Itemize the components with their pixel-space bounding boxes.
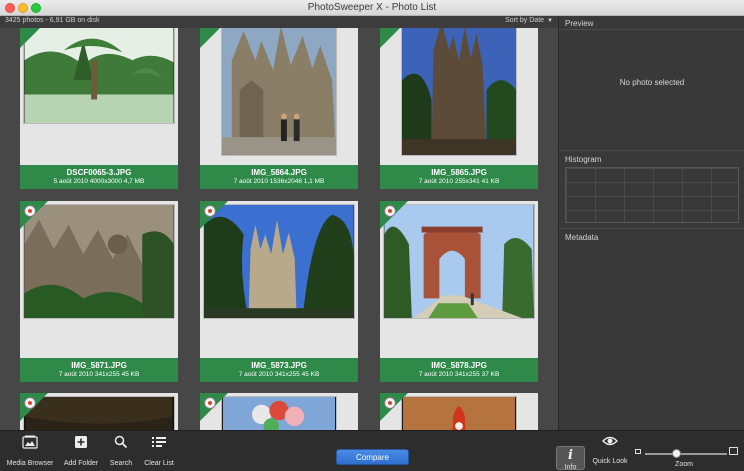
preview-title: Preview [565, 19, 594, 28]
photo-caption: IMG_5865.JPG 7 août 2010 255x341 41 KB [380, 165, 538, 189]
compare-button[interactable]: Compare [336, 449, 409, 465]
info-button[interactable]: i Info [556, 446, 585, 471]
photo-meta: 7 août 2010 341x255 45 KB [58, 371, 140, 378]
photo-count: 3425 photos - 6,91 GB on disk [5, 17, 100, 24]
photo-caption: IMG_5878.JPG 7 août 2010 341x255 37 KB [380, 358, 538, 382]
title-bar: PhotoSweeper X - Photo List [0, 0, 744, 16]
flag-marker [380, 28, 408, 48]
photo-grid[interactable]: DSCF0065-3.JPG 5 août 2010 4000x3000 4,7… [0, 28, 558, 430]
photo-filename: IMG_5878.JPG [431, 361, 487, 370]
photo-filename: IMG_5865.JPG [431, 168, 487, 177]
photo-caption: DSCF0065-3.JPG 5 août 2010 4000x3000 4,7… [20, 165, 178, 189]
bottom-toolbar: Media Browser Add Folder Search Clear Li… [0, 430, 744, 471]
inspector-sidebar: Preview No photo selected Histogram Meta… [558, 16, 744, 430]
histogram-chart [565, 167, 739, 223]
add-folder-label: Add Folder [63, 460, 99, 467]
quick-look-label: Quick Look [592, 458, 628, 465]
info-icon: i [568, 448, 573, 463]
photo-filename: IMG_5871.JPG [71, 361, 127, 370]
photo-filename: DSCF0065-3.JPG [66, 168, 132, 177]
photo-card[interactable]: IMG_5878.JPG 7 août 2010 341x255 37 KB [380, 201, 538, 382]
photo-caption: IMG_5873.JPG 7 août 2010 341x255 45 KB [200, 358, 358, 382]
zoom-label: Zoom [675, 461, 693, 468]
no-photo-message: No photo selected [619, 78, 685, 87]
zoom-slider-handle[interactable] [672, 449, 681, 458]
flag-badge-icon [384, 205, 396, 217]
photo-meta: 7 août 2010 1536x2048 1,1 MB [233, 178, 325, 185]
flag-marker [200, 28, 228, 48]
divider [559, 29, 744, 30]
info-content: i Info [557, 448, 584, 471]
flag-marker [20, 28, 48, 48]
flag-badge-icon [204, 397, 216, 409]
search-button[interactable]: Search [106, 435, 136, 467]
photo-caption: IMG_5871.JPG 7 août 2010 341x255 45 KB [20, 358, 178, 382]
photo-meta: 7 août 2010 341x255 45 KB [238, 371, 320, 378]
add-folder-icon [60, 435, 102, 453]
photo-card[interactable] [20, 393, 178, 430]
media-browser-icon [4, 435, 56, 453]
photo-card[interactable] [200, 393, 358, 430]
photo-meta: 7 août 2010 255x341 41 KB [418, 178, 500, 185]
quick-look-button[interactable]: Quick Look [590, 435, 630, 465]
chevron-down-icon: ▼ [547, 18, 553, 24]
list-header: 3425 photos - 6,91 GB on disk Sort by Da… [0, 16, 558, 28]
clear-list-button[interactable]: Clear List [140, 435, 178, 467]
window-title: PhotoSweeper X - Photo List [307, 2, 437, 13]
sort-label: Sort by Date [505, 17, 545, 24]
photo-caption: IMG_5864.JPG 7 août 2010 1536x2048 1,1 M… [200, 165, 358, 189]
media-browser-label: Media Browser [6, 460, 54, 467]
add-folder-button[interactable]: Add Folder [60, 435, 102, 467]
info-label: Info [564, 464, 577, 471]
histogram-title: Histogram [565, 155, 602, 164]
photo-thumbnail [401, 396, 517, 430]
photo-thumbnail [221, 396, 337, 430]
photo-card[interactable]: IMG_5865.JPG 7 août 2010 255x341 41 KB [380, 28, 538, 189]
search-label: Search [109, 460, 133, 467]
photo-meta: 7 août 2010 341x255 37 KB [418, 371, 500, 378]
photo-card[interactable]: IMG_5873.JPG 7 août 2010 341x255 45 KB [200, 201, 358, 382]
eye-icon [590, 435, 630, 451]
photo-filename: IMG_5864.JPG [251, 168, 307, 177]
photo-card[interactable] [380, 393, 538, 430]
clear-list-icon [140, 435, 178, 453]
flag-badge-icon [204, 205, 216, 217]
zoom-label-wrap: Zoom [666, 461, 702, 468]
search-icon [106, 435, 136, 453]
flag-badge-icon [384, 397, 396, 409]
metadata-title: Metadata [565, 233, 599, 242]
flag-badge-icon [24, 397, 36, 409]
photo-thumbnail [221, 28, 337, 156]
photo-card[interactable]: IMG_5864.JPG 7 août 2010 1536x2048 1,1 M… [200, 28, 358, 189]
flag-badge-icon [24, 205, 36, 217]
photo-filename: IMG_5873.JPG [251, 361, 307, 370]
divider [559, 228, 744, 229]
photo-thumbnail [401, 28, 517, 156]
zoom-slider[interactable] [645, 453, 727, 455]
photo-card[interactable]: IMG_5871.JPG 7 août 2010 341x255 45 KB [20, 201, 178, 382]
zoom-out-icon[interactable] [635, 449, 641, 454]
divider [559, 150, 744, 151]
media-browser-button[interactable]: Media Browser [4, 435, 56, 467]
zoom-in-icon[interactable] [729, 447, 738, 455]
clear-list-label: Clear List [144, 460, 174, 467]
sort-dropdown[interactable]: Sort by Date ▼ [505, 17, 553, 24]
photo-card[interactable]: DSCF0065-3.JPG 5 août 2010 4000x3000 4,7… [20, 28, 178, 189]
photo-meta: 5 août 2010 4000x3000 4,7 MB [53, 178, 145, 185]
